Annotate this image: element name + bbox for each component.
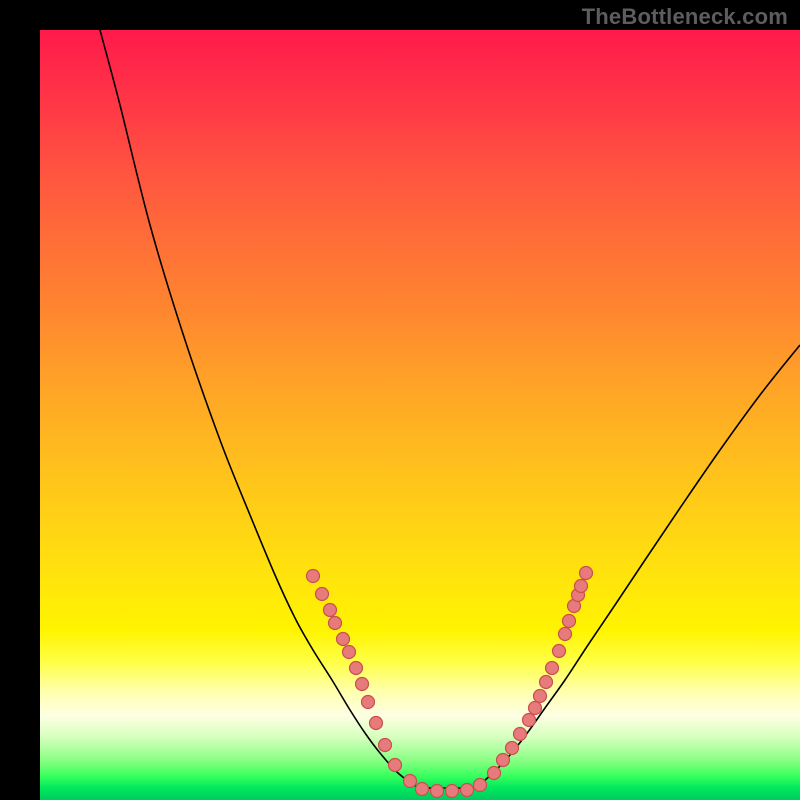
plot-area: [40, 30, 800, 800]
data-point: [446, 785, 459, 798]
data-point: [350, 662, 363, 675]
data-point: [506, 742, 519, 755]
data-point: [337, 633, 350, 646]
data-point: [324, 604, 337, 617]
data-point: [488, 767, 501, 780]
data-point: [343, 646, 356, 659]
left-curve: [100, 30, 476, 788]
data-point: [553, 645, 566, 658]
data-point: [563, 615, 576, 628]
data-point: [316, 588, 329, 601]
data-point: [389, 759, 402, 772]
data-points-group: [307, 567, 593, 798]
data-point: [329, 617, 342, 630]
data-point: [416, 783, 429, 796]
data-point: [534, 690, 547, 703]
data-point: [307, 570, 320, 583]
data-point: [362, 696, 375, 709]
data-point: [497, 754, 510, 767]
data-point: [540, 676, 553, 689]
data-point: [431, 785, 444, 798]
data-point: [474, 779, 487, 792]
data-point: [370, 717, 383, 730]
data-point: [529, 702, 542, 715]
chart-frame: TheBottleneck.com: [0, 0, 800, 800]
data-point: [404, 775, 417, 788]
data-point: [514, 728, 527, 741]
data-point: [559, 628, 572, 641]
data-point: [523, 714, 536, 727]
data-point: [379, 739, 392, 752]
data-point: [546, 662, 559, 675]
chart-svg: [40, 30, 800, 800]
data-point: [580, 567, 593, 580]
watermark-text: TheBottleneck.com: [582, 4, 788, 30]
data-point: [575, 580, 588, 593]
data-point: [461, 784, 474, 797]
data-point: [356, 678, 369, 691]
